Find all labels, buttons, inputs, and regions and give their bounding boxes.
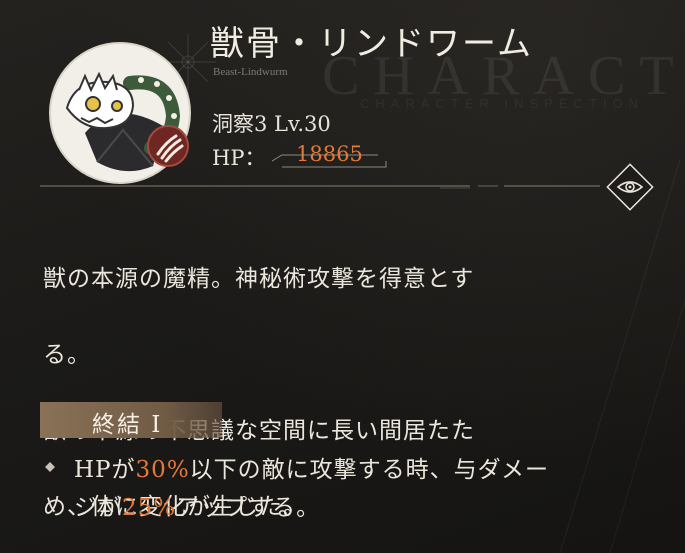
- effect-text: 以下の敵に攻撃する時、与ダメー: [189, 457, 549, 483]
- character-level: 洞察3 Lv.30: [212, 112, 331, 136]
- skill-effect: HPが30%以下の敵に攻撃する時、与ダメージが25%アップする。: [74, 451, 634, 527]
- character-name: 獣骨・リンドワーム: [210, 24, 533, 64]
- claw-mark-icon: [147, 125, 189, 167]
- header-divider: [40, 185, 600, 189]
- effect-text: アップする。: [176, 495, 321, 521]
- effect-text: HPが: [74, 457, 136, 483]
- skill-name: 終結 I: [92, 412, 163, 438]
- diamond-bullet-icon: [45, 462, 55, 472]
- effect-text: ジが: [74, 495, 122, 521]
- hp-value: 18865: [296, 142, 363, 166]
- hp-label: HP：: [212, 146, 266, 170]
- effect-value-hp: 30%: [135, 457, 190, 483]
- description-line: 獣の本源の魔精。神秘術攻撃を得意とす: [43, 266, 475, 292]
- watermark-subtext: CHARACTER INSPECTION: [360, 96, 644, 111]
- character-info-panel: CHARACTER·I CHARACTER INSPECTION 獣骨・リンドワ…: [0, 0, 685, 553]
- effect-value-damage: 25%: [122, 495, 177, 521]
- description-line: る。: [43, 342, 91, 368]
- character-name-en: Beast-Lindwurm: [213, 66, 288, 78]
- eye-button[interactable]: [603, 160, 657, 214]
